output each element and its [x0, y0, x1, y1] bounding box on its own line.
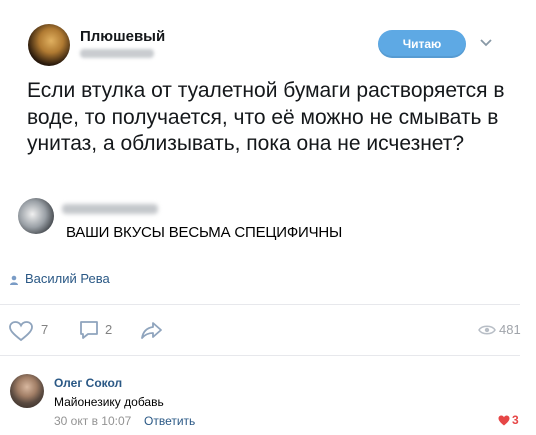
chevron-down-icon[interactable] [478, 36, 494, 50]
divider [0, 355, 520, 356]
comment-like-count: 3 [512, 413, 519, 427]
views-count: 481 [499, 322, 521, 337]
follow-button[interactable]: Читаю [378, 30, 466, 58]
author-name[interactable]: Плюшевый [80, 28, 165, 45]
source-author-link[interactable]: Василий Рева [25, 271, 110, 286]
comment-heart-icon[interactable] [498, 415, 510, 426]
comment-text: Майонезику добавь [54, 395, 164, 409]
eye-icon [478, 325, 496, 335]
like-count: 7 [41, 322, 49, 337]
comment-time[interactable]: 30 окт в 10:07 [54, 414, 131, 428]
comment-icon[interactable] [78, 319, 100, 341]
comment-count: 2 [105, 322, 113, 337]
author-avatar[interactable] [28, 24, 70, 66]
reply-button[interactable]: Ответить [144, 414, 195, 428]
divider [0, 304, 520, 305]
meme-name-blurred [62, 204, 158, 214]
meme-caption: ВАШИ ВКУСЫ ВЕСЬМА СПЕЦИФИЧНЫ [66, 224, 343, 241]
commenter-avatar[interactable] [10, 374, 44, 408]
comment-author[interactable]: Олег Сокол [54, 376, 122, 390]
meme-avatar [18, 198, 54, 234]
author-handle-blurred [80, 49, 154, 58]
heart-icon[interactable] [8, 320, 34, 342]
post-text: Если втулка от туалетной бумаги растворя… [27, 79, 505, 155]
share-icon[interactable] [140, 319, 164, 341]
person-icon [10, 275, 18, 285]
